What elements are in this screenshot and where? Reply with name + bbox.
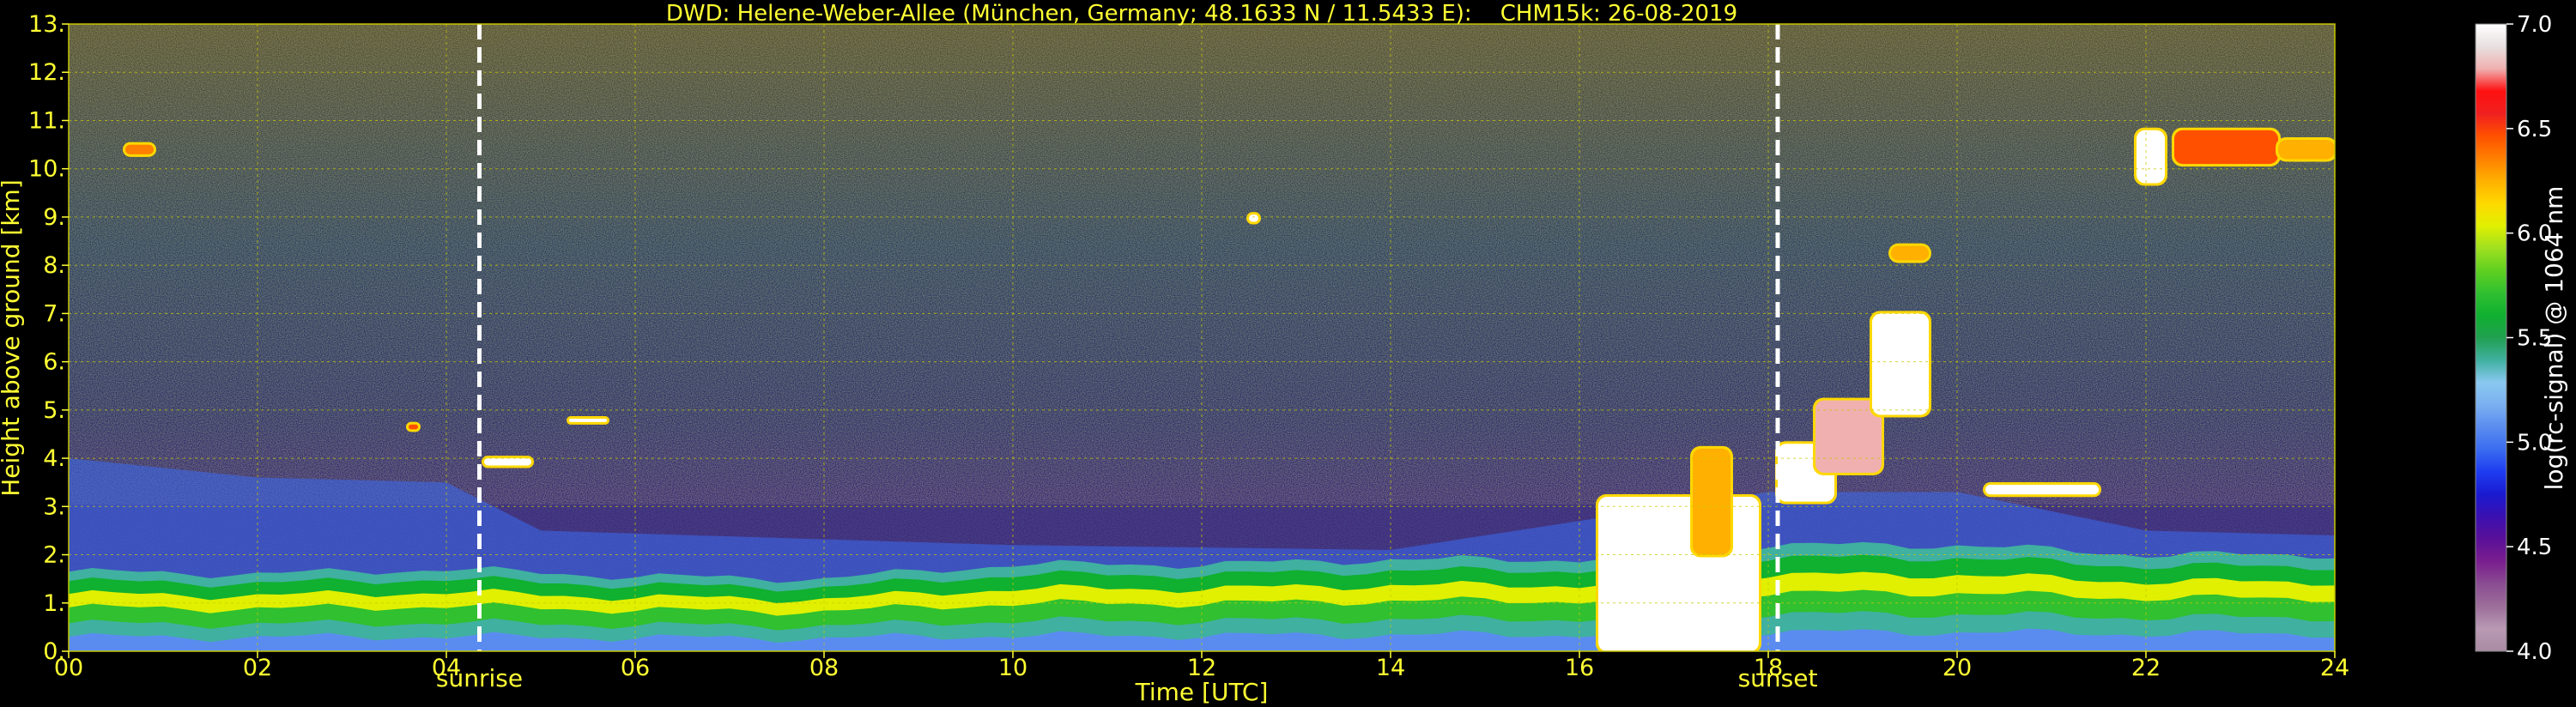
y-tick-label: 2. [43,542,65,569]
colorbar-tick-label: 7.0 [2517,12,2552,38]
cloud-core [125,144,154,154]
y-tick-label: 1. [43,590,65,617]
colorbar-tick-label: 6.5 [2517,117,2552,142]
x-tick-label: 02 [243,655,272,681]
cloud-core [1598,497,1759,651]
colorbar: 4.04.55.05.56.06.57.0 log(rc-signal) @ 1… [2475,12,2568,665]
cloud-core [569,418,607,422]
chart-title: DWD: Helene-Weber-Allee (München, German… [666,1,1737,27]
y-tick-label: 12. [28,59,65,86]
y-tick-label: 10. [28,156,65,183]
x-tick-label: 18 [1754,655,1783,681]
y-tick-label: 7. [43,300,65,327]
x-tick-label: 06 [621,655,650,681]
cloud-core [1891,245,1929,261]
x-tick-label: 20 [1943,655,1972,681]
y-axis: 0.1.2.3.4.5.6.7.8.9.10.11.12.13. [28,11,69,665]
y-tick-label: 11. [28,107,65,134]
x-axis: 00 02 04 06 08 10 12 14 16 18 20 22 24 [54,651,2349,681]
y-tick-label: 5. [43,397,65,424]
colorbar-tick-label: 4.5 [2517,535,2552,560]
y-tick-label: 3. [43,493,65,520]
cloud-core [1249,215,1258,222]
colorbar-tick-label: 4.0 [2517,639,2552,665]
ceilometer-figure: sunrise sunset 0.1.2.3.4.5.6.7.8.9.10.11.… [0,1,2568,706]
x-tick-label: 24 [2320,655,2349,681]
x-tick-label: 22 [2131,655,2161,681]
x-tick-label: 14 [1376,655,1405,681]
y-axis-label: Height above ground [km] [0,179,25,497]
cloud-core [2137,130,2165,184]
x-tick-label: 08 [809,655,839,681]
colorbar-gradient [2476,24,2506,651]
y-tick-label: 8. [43,252,65,279]
x-axis-label: Time [UTC] [1135,678,1269,706]
x-tick-label: 04 [432,655,461,681]
x-tick-label: 00 [54,655,83,681]
y-tick-label: 6. [43,349,65,376]
cloud-core [2174,130,2278,165]
y-tick-label: 4. [43,445,65,472]
cloud-core [1872,313,1929,415]
y-tick-label: 13. [28,11,65,38]
cloud-core [409,424,418,430]
plot-area [69,24,2335,651]
cloud-core [2278,139,2335,160]
cloud-core [1693,448,1730,555]
colorbar-label: log(rc-signal) @ 1064 nm [2540,186,2568,491]
y-tick-label: 9. [43,204,65,231]
x-tick-label: 16 [1565,655,1594,681]
cloud-core [1985,485,2099,495]
x-tick-label: 10 [998,655,1027,681]
cloud-core [484,458,531,466]
